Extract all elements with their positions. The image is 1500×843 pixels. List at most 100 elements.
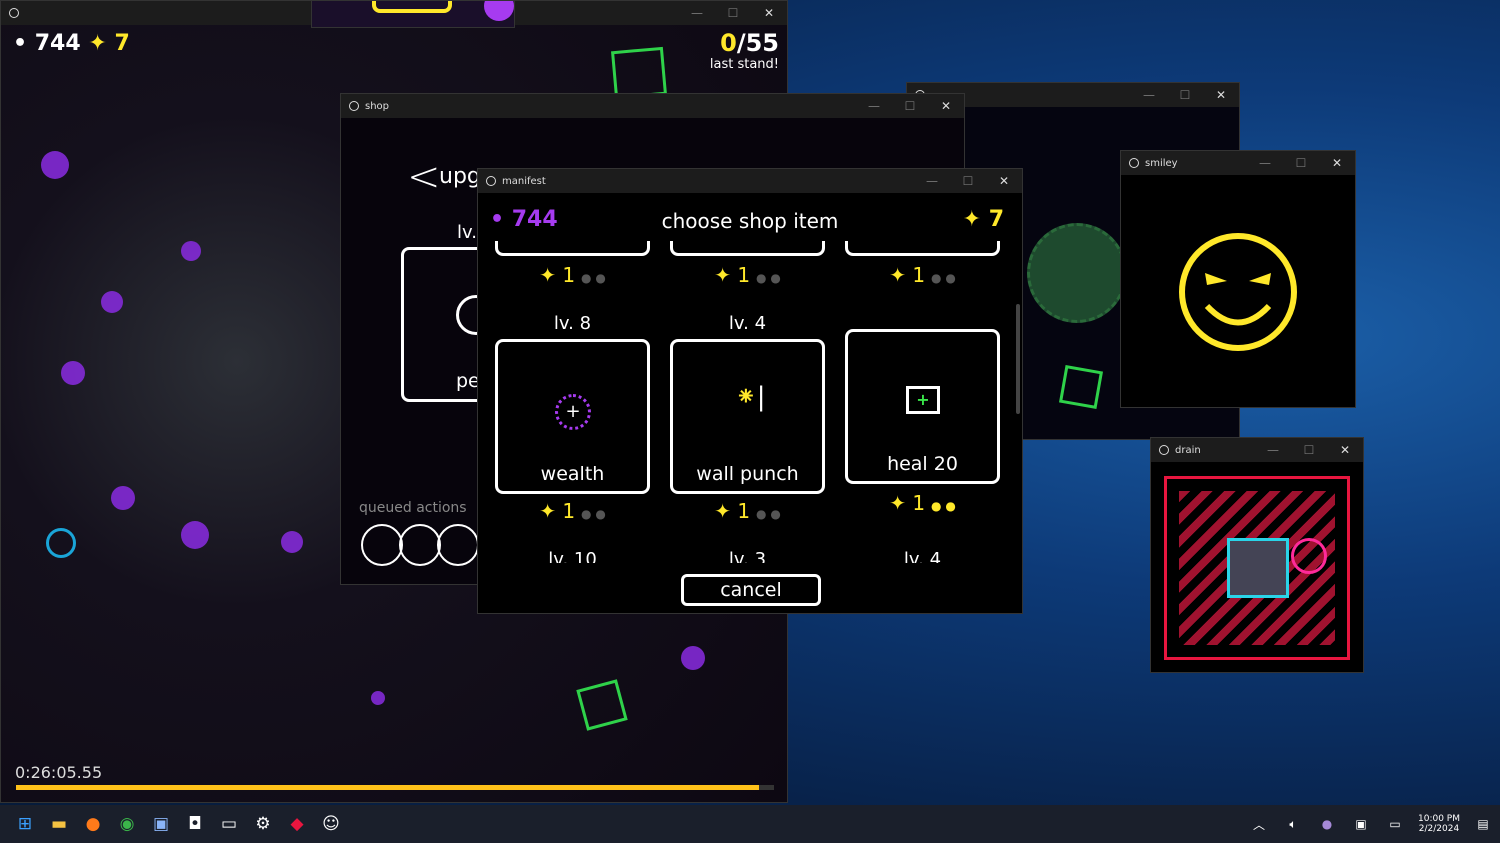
maximize-button[interactable]: ☐ — [1283, 151, 1319, 175]
battery-icon[interactable]: ▭ — [1378, 809, 1412, 839]
minimize-button[interactable]: — — [1131, 83, 1167, 107]
window-title: manifest — [502, 175, 546, 187]
wealth-icon: + — [555, 394, 591, 430]
manifest-titlebar[interactable]: manifest — ☐ ✕ — [478, 169, 1022, 193]
manifest-stars: ✦ 7 — [962, 207, 1004, 232]
network-icon[interactable]: ▣ — [1344, 809, 1378, 839]
cost-value: 1 — [562, 499, 576, 523]
smiley-face-icon — [1179, 233, 1297, 351]
close-button[interactable]: ✕ — [986, 169, 1022, 193]
cost-label: ✦ 1 ● ● — [889, 491, 956, 515]
close-button[interactable]: ✕ — [751, 1, 787, 25]
close-button[interactable]: ✕ — [1327, 438, 1363, 462]
cost-label: ✦ 1 ● ● — [714, 263, 781, 287]
photo-app-icon[interactable]: ▣ — [144, 809, 178, 839]
chrome-icon[interactable]: ◉ — [110, 809, 144, 839]
cost-label: ✦ 1 ● ● — [539, 263, 606, 287]
microphone-icon[interactable]: ● — [1310, 809, 1344, 839]
maximize-button[interactable]: ☐ — [1167, 83, 1203, 107]
maximize-button[interactable]: ☐ — [892, 94, 928, 118]
game-tool-icon[interactable]: ⚙ — [246, 809, 280, 839]
cost-label: ✦ 1 ● ● — [889, 263, 956, 287]
start-icon[interactable]: ⊞ — [8, 809, 42, 839]
maximize-button[interactable]: ☐ — [1291, 438, 1327, 462]
shop-card-wall-punch[interactable]: ⁕| wall punch — [670, 339, 825, 494]
shop-card-partial[interactable] — [845, 241, 1000, 256]
cost-value: 1 — [912, 491, 926, 515]
window-title: shop — [365, 100, 390, 112]
card-level: lv. 4 — [903, 549, 942, 563]
shop-header: upg — [439, 164, 481, 189]
card-level: lv. 10 — [548, 549, 597, 563]
wave-total: /55 — [736, 29, 779, 57]
shop-card-wealth[interactable]: + wealth — [495, 339, 650, 494]
smiley-titlebar[interactable]: smiley — ☐ ✕ — [1121, 151, 1355, 175]
back-chevron-icon[interactable]: < — [407, 154, 441, 200]
date: 2/2/2024 — [1418, 824, 1460, 834]
app-icon — [9, 8, 19, 18]
cost-value: 1 — [737, 499, 751, 523]
scrollbar[interactable] — [1016, 304, 1020, 414]
star-icon: ✦ — [88, 31, 107, 56]
wall-punch-icon: ⁕| — [735, 382, 766, 412]
dialog-title: choose shop item — [661, 209, 839, 233]
drain-window: drain — ☐ ✕ — [1150, 437, 1364, 673]
cost-value: 1 — [562, 263, 576, 287]
maximize-button[interactable]: ☐ — [715, 1, 751, 25]
shop-titlebar[interactable]: shop — ☐ ✕ — [341, 94, 964, 118]
app-icon — [349, 101, 359, 111]
firefox-icon[interactable]: ● — [76, 809, 110, 839]
chevron-up-icon[interactable]: ︿ — [1242, 809, 1276, 839]
minimize-button[interactable]: — — [1255, 438, 1291, 462]
card-level: lv. 4 — [728, 313, 767, 334]
cancel-button[interactable]: cancel — [681, 574, 821, 606]
shop-card-partial[interactable] — [670, 241, 825, 256]
minimize-button[interactable]: — — [1247, 151, 1283, 175]
cost-value: 1 — [912, 263, 926, 287]
shop-card-heal[interactable]: + heal 20 — [845, 329, 1000, 484]
close-button[interactable]: ✕ — [1319, 151, 1355, 175]
star-value: 7 — [114, 31, 130, 56]
queued-action-burst-icon[interactable] — [437, 524, 479, 566]
smiley-app-icon[interactable]: ☺ — [314, 809, 348, 839]
queued-action-focus-icon[interactable] — [399, 524, 441, 566]
shop-item-list[interactable]: ✦ 1 ● ● ✦ 1 ● ● ✦ 1 ● ● lv. 8 lv. 4 + wealt… — [478, 241, 1018, 563]
minimize-button[interactable]: — — [679, 1, 715, 25]
card-name: heal 20 — [887, 453, 958, 475]
card-name: wall punch — [696, 463, 799, 485]
minimize-button[interactable]: — — [856, 94, 892, 118]
app-icon — [1129, 158, 1139, 168]
close-button[interactable]: ✕ — [928, 94, 964, 118]
app-icon — [486, 176, 496, 186]
queued-actions-label: queued actions — [359, 500, 467, 516]
smiley-window: smiley — ☐ ✕ — [1120, 150, 1356, 408]
queued-action-dash-icon[interactable] — [361, 524, 403, 566]
paint-app-icon[interactable]: ◆ — [280, 809, 314, 839]
drain-titlebar[interactable]: drain — ☐ ✕ — [1151, 438, 1363, 462]
window-title: drain — [1175, 444, 1201, 456]
card-level: lv. 3 — [728, 549, 767, 563]
terminal-icon[interactable]: ▭ — [212, 809, 246, 839]
wave-label: last stand! — [709, 57, 779, 72]
clock[interactable]: 10:00 PM 2/2/2024 — [1418, 814, 1460, 834]
cost-value: 1 — [737, 263, 751, 287]
small-window — [311, 0, 515, 28]
chat-app-icon[interactable]: ◘ — [178, 809, 212, 839]
progress-bar — [16, 785, 774, 790]
heal-icon: + — [906, 386, 940, 414]
cost-label: ✦ 1 ● ● — [714, 499, 781, 523]
card-name: wealth — [540, 463, 605, 485]
shop-card-partial[interactable] — [495, 241, 650, 256]
minimize-button[interactable]: — — [914, 169, 950, 193]
manifest-window: manifest — ☐ ✕ • 744 choose shop item ✦ 7 ✦… — [477, 168, 1023, 614]
coin-value: 744 — [34, 31, 81, 56]
notification-icon[interactable]: ▤ — [1466, 809, 1500, 839]
time: 10:00 PM — [1418, 814, 1460, 824]
wave-counter: 0/55 last stand! — [710, 29, 779, 72]
speaker-icon[interactable]: 🔈︎ — [1276, 809, 1310, 839]
timer: 0:26:05.55 — [15, 763, 103, 782]
eye-icon — [1027, 223, 1127, 323]
file-explorer-icon[interactable]: ▬ — [42, 809, 76, 839]
maximize-button[interactable]: ☐ — [950, 169, 986, 193]
close-button[interactable]: ✕ — [1203, 83, 1239, 107]
